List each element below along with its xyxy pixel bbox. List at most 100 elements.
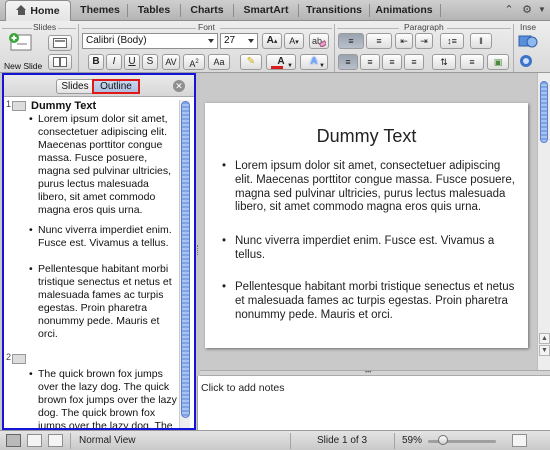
align-left-button[interactable]: ≡ <box>338 54 358 70</box>
group-label-paragraph: Paragraph <box>404 22 444 32</box>
outline-scrollbar[interactable] <box>179 100 190 428</box>
chevron-down-icon: ▼ <box>287 63 293 69</box>
collapse-ribbon-icon[interactable]: ⌃ <box>502 3 516 17</box>
decrease-indent-button[interactable]: ⇤ <box>395 33 413 49</box>
font-size-value: 27 <box>224 35 236 46</box>
section-button[interactable] <box>48 54 72 70</box>
grow-font-button[interactable]: A▴ <box>262 33 282 49</box>
gear-icon[interactable]: ⚙ <box>520 3 534 17</box>
tab-home[interactable]: Home <box>5 0 71 22</box>
tab-divider <box>127 4 128 17</box>
clear-formatting-button[interactable]: ab <box>309 33 329 49</box>
insert-picture-button[interactable] <box>518 54 546 70</box>
group-label-font: Font <box>198 22 216 32</box>
character-spacing-button[interactable]: AV <box>162 54 180 70</box>
superscript-button[interactable]: A2 <box>183 54 205 70</box>
justify-icon: ≡ <box>411 57 417 67</box>
close-icon[interactable]: ✕ <box>173 80 185 92</box>
convert-smartart-button[interactable]: ▣ <box>487 54 509 70</box>
tab-outline[interactable]: Outline <box>92 79 140 94</box>
status-bar: Normal View Slide 1 of 3 59% <box>0 430 550 450</box>
outline-scroll-thumb[interactable] <box>181 101 190 418</box>
line-spacing-button[interactable]: ↕≡ <box>440 33 464 49</box>
bullets-button[interactable]: ≡ <box>338 33 364 49</box>
splitter-grip[interactable] <box>197 245 199 255</box>
outline-bullet[interactable]: Pellentesque habitant morbi tristique se… <box>27 263 177 341</box>
outline-slide-title[interactable]: Dummy Text <box>31 100 96 112</box>
status-divider <box>70 433 71 449</box>
tab-smartart[interactable]: SmartArt <box>235 0 297 21</box>
slide-bullet[interactable]: Lorem ipsum dolor sit amet, consectetuer… <box>222 160 518 215</box>
slide-bullet[interactable]: Pellentesque habitant morbi tristique se… <box>222 281 518 322</box>
tab-tables[interactable]: Tables <box>129 0 179 21</box>
group-rule <box>58 28 76 29</box>
font-color-button[interactable]: A ▼ <box>266 54 296 70</box>
highlight-icon: ✎ <box>246 56 256 67</box>
text-direction-button[interactable]: ⇅ <box>432 54 456 70</box>
tab-charts[interactable]: Charts <box>182 0 232 21</box>
group-rule <box>220 28 332 29</box>
line-spacing-icon: ↕≡ <box>447 36 457 46</box>
chevron-down-icon[interactable]: ▼ <box>535 3 549 17</box>
align-right-button[interactable]: ≡ <box>382 54 402 70</box>
outline-bullet[interactable]: Lorem ipsum dolor sit amet, consectetuer… <box>27 113 177 217</box>
increase-indent-button[interactable]: ⇥ <box>415 33 433 49</box>
normal-view-icon[interactable] <box>6 434 21 447</box>
change-case-icon: Aa <box>213 57 225 67</box>
section-icon <box>53 57 67 67</box>
change-case-button[interactable]: Aa <box>208 54 230 70</box>
tab-themes[interactable]: Themes <box>74 0 126 21</box>
justify-button[interactable]: ≡ <box>404 54 424 70</box>
layout-button[interactable] <box>48 35 72 51</box>
outline-panel: Slides Outline ✕ 1 Dummy Text Lorem ipsu… <box>2 73 196 430</box>
font-size-select[interactable]: 27 <box>220 33 258 49</box>
new-slide-icon <box>9 33 32 51</box>
columns-button[interactable]: ‖ <box>470 33 492 49</box>
outline-bullet[interactable]: The quick brown fox jumps over the lazy … <box>27 368 177 428</box>
slide-bullet[interactable]: Nunc viverra imperdiet enim. Fusce est. … <box>222 235 518 263</box>
spacing-icon: AV <box>165 57 177 67</box>
align-center-button[interactable]: ≡ <box>360 54 380 70</box>
slide-icon[interactable] <box>12 101 26 111</box>
slide-show-view-icon[interactable] <box>48 434 63 447</box>
splitter-grip[interactable]: ••• <box>365 370 371 376</box>
tab-slides[interactable]: Slides <box>56 79 94 94</box>
outline-view[interactable]: 1 Dummy Text Lorem ipsum dolor sit amet,… <box>4 98 194 428</box>
slide-title[interactable]: Dummy Text <box>205 126 528 147</box>
slide-canvas[interactable]: Dummy Text Lorem ipsum dolor sit amet, c… <box>205 103 528 348</box>
next-slide-icon[interactable]: ▼ <box>539 345 550 356</box>
new-slide-button[interactable]: New Slide <box>4 32 44 72</box>
home-icon <box>16 5 27 15</box>
zoom-slider-knob[interactable] <box>438 435 448 445</box>
tab-transitions[interactable]: Transitions <box>300 0 368 21</box>
shadow-button[interactable]: S <box>142 54 158 70</box>
align-text-button[interactable]: ≡ <box>460 54 484 70</box>
columns-icon: ‖ <box>479 36 483 46</box>
insert-shape-button[interactable] <box>518 34 546 50</box>
slide-sorter-view-icon[interactable] <box>27 434 42 447</box>
outdent-icon: ⇤ <box>400 36 408 46</box>
layout-icon <box>53 38 67 48</box>
slide-position: Slide 1 of 3 <box>317 435 368 446</box>
underline-button[interactable]: U <box>124 54 140 70</box>
italic-button[interactable]: I <box>106 54 122 70</box>
chevron-down-icon <box>248 39 254 43</box>
tab-animations[interactable]: Animations <box>371 0 437 21</box>
slide-icon[interactable] <box>12 354 26 364</box>
tab-divider <box>180 4 181 17</box>
highlight-button[interactable]: ✎ <box>240 54 262 70</box>
notes-pane[interactable]: Click to add notes <box>197 376 550 430</box>
shrink-font-button[interactable]: A▾ <box>284 33 304 49</box>
slide-scrollbar[interactable]: ▲ ▼ <box>537 73 550 370</box>
outline-bullet[interactable]: Nunc viverra imperdiet enim. Fusce est. … <box>27 224 177 250</box>
bold-button[interactable]: B <box>88 54 104 70</box>
text-effects-button[interactable]: A ▼ <box>300 54 328 70</box>
fit-to-window-icon[interactable] <box>512 434 527 447</box>
group-rule <box>82 28 196 29</box>
font-name-select[interactable]: Calibri (Body) <box>82 33 218 49</box>
slide-scroll-thumb[interactable] <box>540 81 548 143</box>
numbering-button[interactable]: ≡ <box>366 33 392 49</box>
group-divider <box>334 24 335 72</box>
notes-placeholder[interactable]: Click to add notes <box>201 382 284 394</box>
previous-slide-icon[interactable]: ▲ <box>539 333 550 344</box>
